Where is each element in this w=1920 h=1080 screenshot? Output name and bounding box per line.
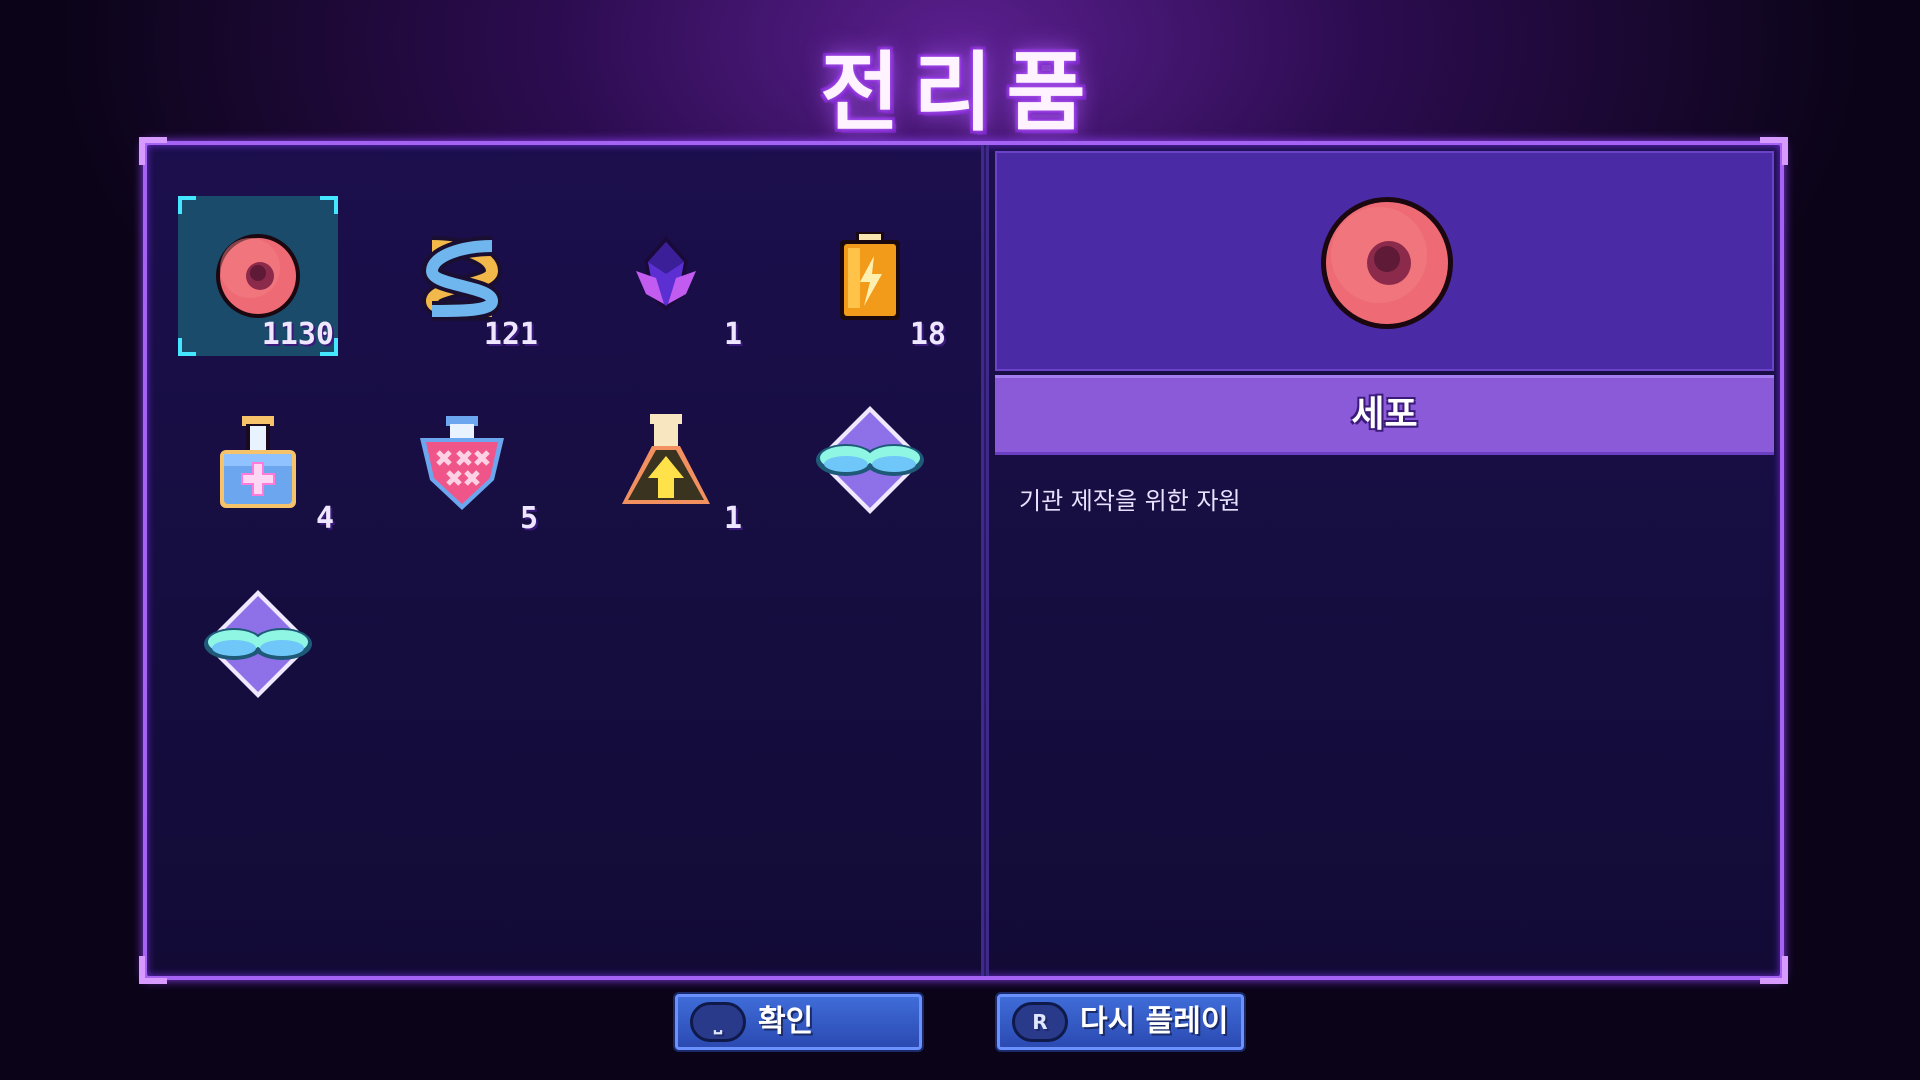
item-count: 4 (315, 501, 334, 536)
inventory-slot-health-potion[interactable]: 4 (178, 380, 338, 540)
cell-icon (1321, 197, 1453, 329)
item-count: 1 (723, 501, 742, 536)
inventory-slot-upgrade-flask[interactable]: 1 (586, 380, 746, 540)
inventory-grid: 1130 121 1 18 4 5 1 (147, 145, 981, 976)
inventory-slot-cell[interactable]: 1130 (178, 196, 338, 356)
inventory-slot-wing-gem[interactable] (790, 380, 950, 540)
wing-gem-icon (816, 406, 924, 514)
item-count: 5 (519, 501, 538, 536)
item-description: 기관 제작을 위한 자원 (1019, 487, 1241, 515)
confirm-label: 확인 (758, 1004, 814, 1039)
space-key-icon: ⎵ (690, 1002, 746, 1042)
r-key-icon: R (1012, 1002, 1068, 1042)
item-detail-panel: 세포 기관 제작을 위한 자원 (995, 151, 1774, 970)
item-name: 세포 (995, 375, 1774, 455)
item-count: 1 (723, 317, 742, 352)
inventory-slot-crystal[interactable]: 1 (586, 196, 746, 356)
poison-potion-icon (420, 416, 504, 510)
replay-button[interactable]: R 다시 플레이 (997, 994, 1244, 1050)
page-title: 전리품 (820, 43, 1100, 143)
health-potion-icon (220, 416, 296, 508)
inventory-slot-poison-potion[interactable]: 5 (382, 380, 542, 540)
item-preview (995, 151, 1774, 371)
inventory-slot-wing-gem[interactable] (178, 564, 338, 724)
replay-label: 다시 플레이 (1080, 1004, 1229, 1039)
confirm-button[interactable]: ⎵ 확인 (675, 994, 922, 1050)
wing-gem-icon (204, 590, 312, 698)
inventory-slot-dna[interactable]: 121 (382, 196, 542, 356)
purple-crystal-icon (636, 236, 696, 311)
inventory-slot-battery[interactable]: 18 (790, 196, 950, 356)
item-count: 1130 (261, 317, 334, 352)
loot-window: 1130 121 1 18 4 5 1 세포 기관 제작을 위한 자원 (139, 137, 1788, 984)
upgrade-flask-icon (622, 414, 710, 504)
item-count: 121 (483, 317, 538, 352)
panel-divider (981, 145, 989, 976)
item-count: 18 (909, 317, 946, 352)
